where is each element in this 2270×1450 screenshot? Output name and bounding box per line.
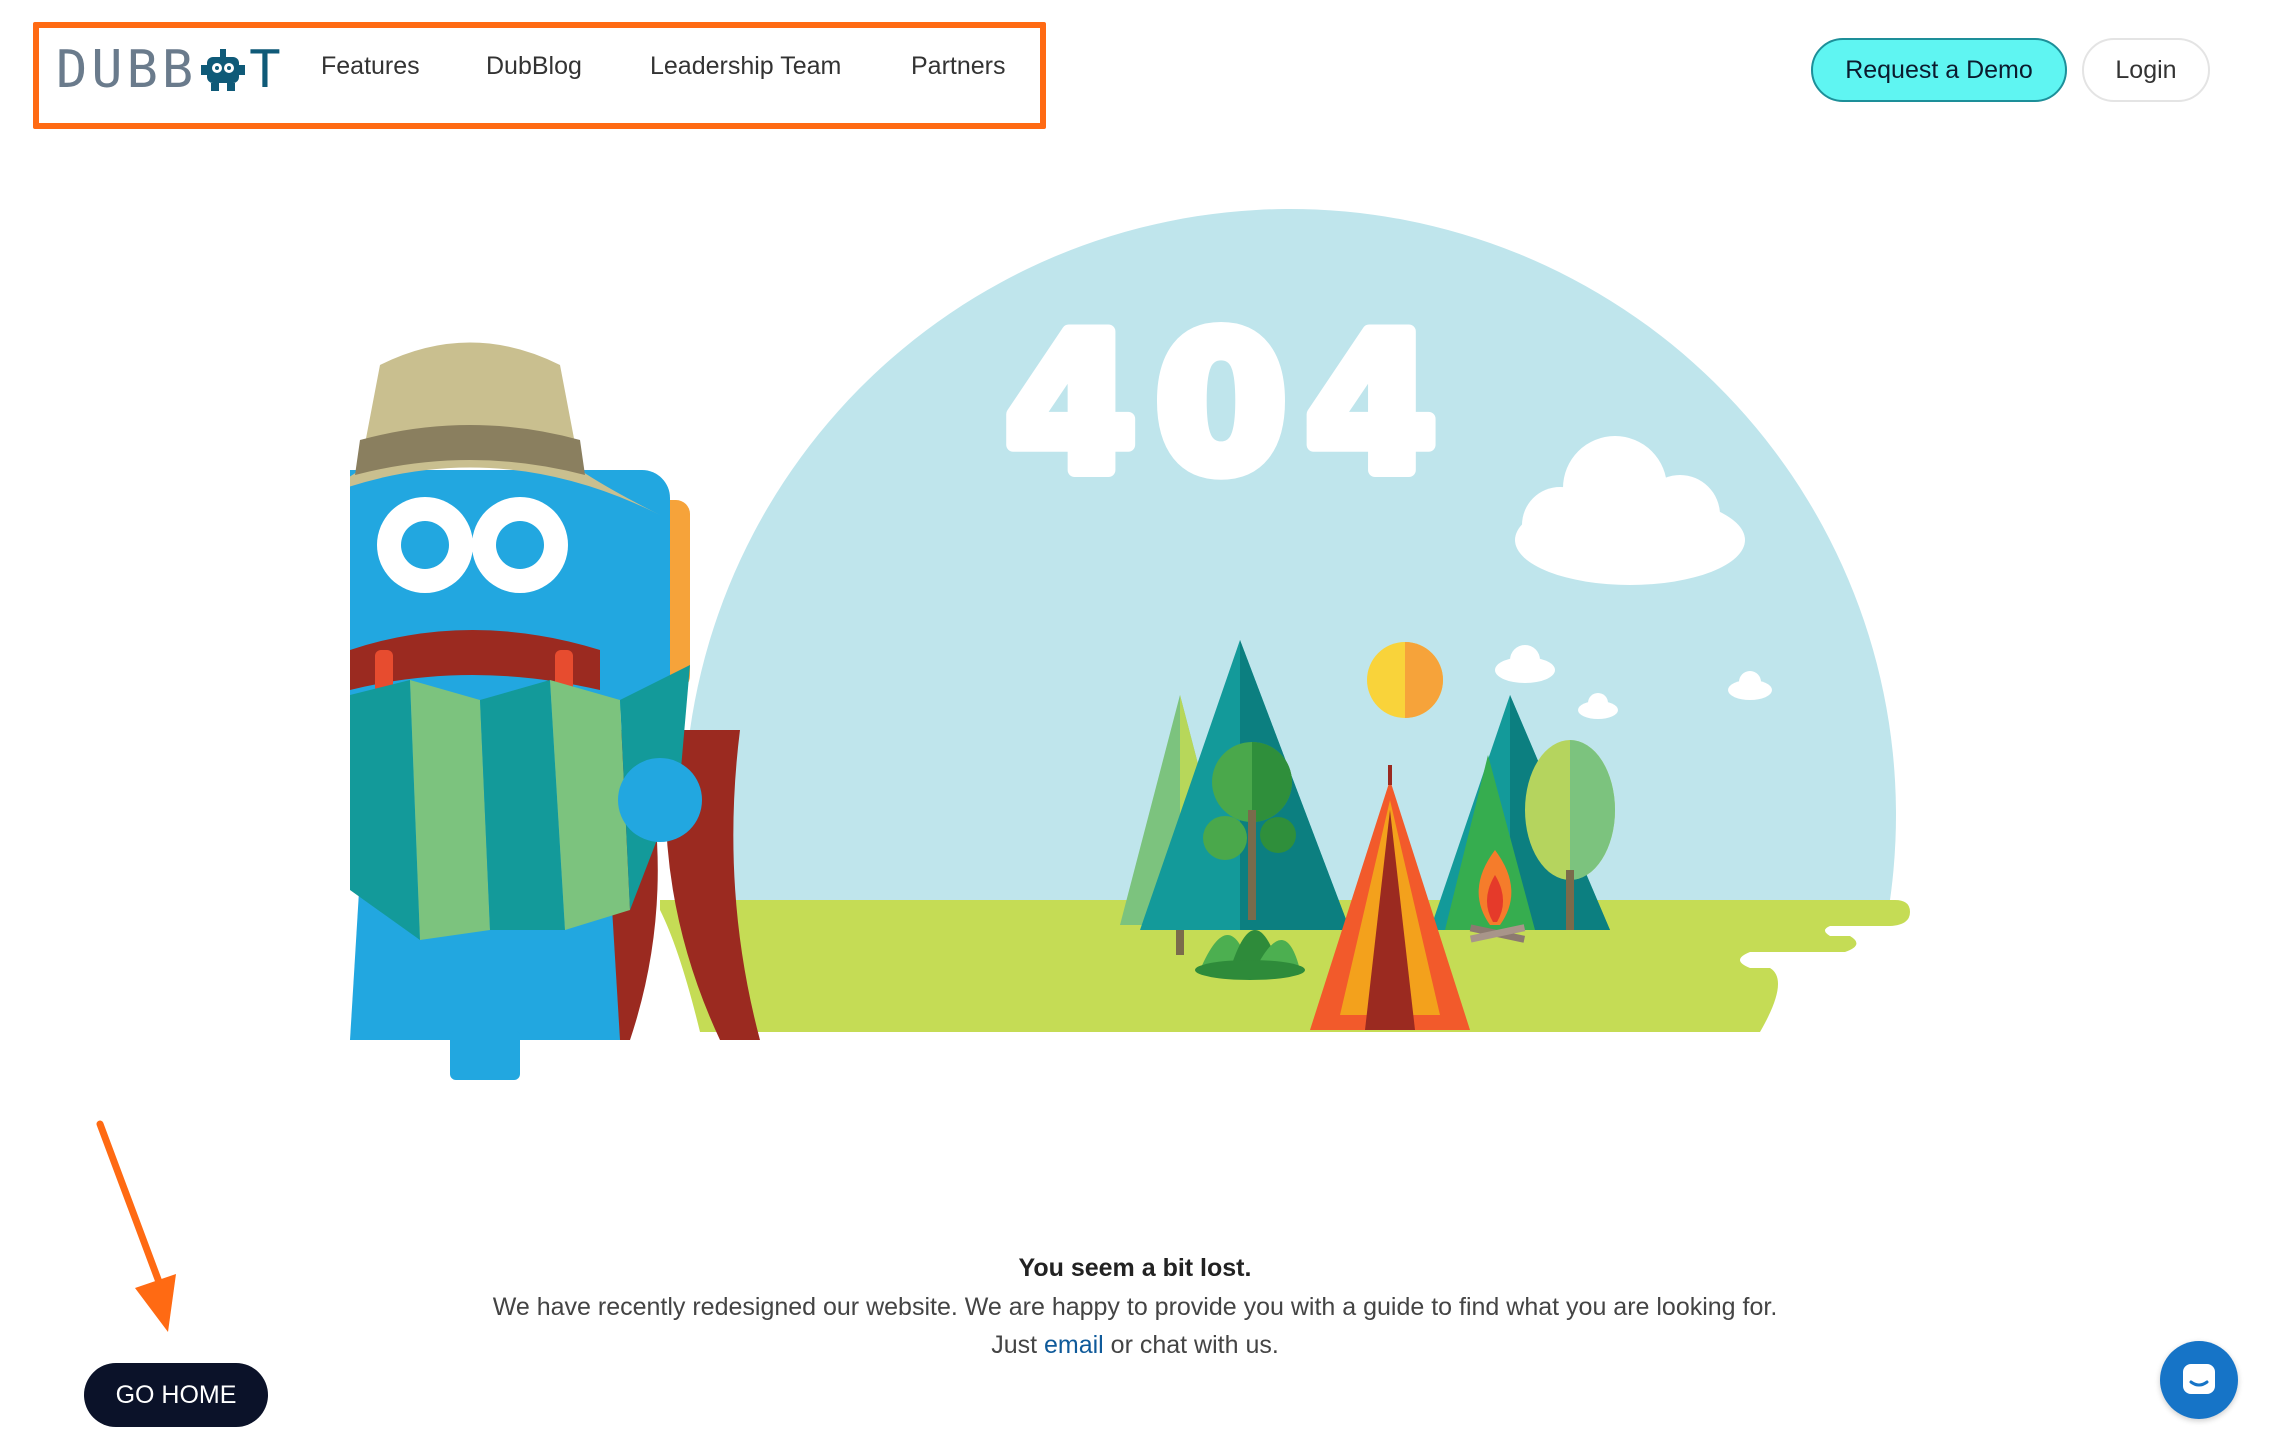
request-demo-button[interactable]: Request a Demo	[1811, 38, 2067, 102]
message-line-2-prefix: Just	[991, 1331, 1044, 1359]
lost-robot-404-illustration: 404	[350, 209, 1910, 1080]
lost-message: You seem a bit lost. We have recently re…	[0, 1248, 2270, 1364]
cloud-404-text: 404	[1005, 294, 1456, 515]
nav-item-dubblog[interactable]: DubBlog	[486, 52, 582, 81]
chat-bubble-icon[interactable]	[2160, 1341, 2238, 1419]
message-line-2-suffix: or chat with us.	[1103, 1331, 1279, 1359]
logo-text-left: DUBB	[56, 40, 198, 100]
gear-eye-right	[472, 497, 568, 593]
gear-eye-left	[377, 497, 473, 593]
email-link[interactable]: email	[1044, 1331, 1104, 1359]
message-line-2: Just email or chat with us.	[0, 1326, 2270, 1364]
nav-item-leadership-team[interactable]: Leadership Team	[650, 52, 841, 81]
nav-item-features[interactable]: Features	[321, 52, 420, 81]
arrow-down-icon	[96, 1120, 176, 1332]
chat-icon	[2183, 1364, 2215, 1394]
message-line-1: We have recently redesigned our website.…	[492, 1293, 1778, 1321]
dubbot-logo[interactable]: DUBB T	[56, 40, 285, 100]
logo-text-right: T	[249, 40, 285, 100]
message-title: You seem a bit lost.	[1018, 1254, 1252, 1282]
site-header: DUBB T Features DubBlog Leadership Team …	[0, 0, 2270, 140]
nav-item-partners[interactable]: Partners	[911, 52, 1005, 81]
login-button[interactable]: Login	[2082, 38, 2210, 102]
robot-logo-icon	[201, 49, 246, 91]
go-home-button[interactable]: GO HOME	[84, 1363, 268, 1427]
